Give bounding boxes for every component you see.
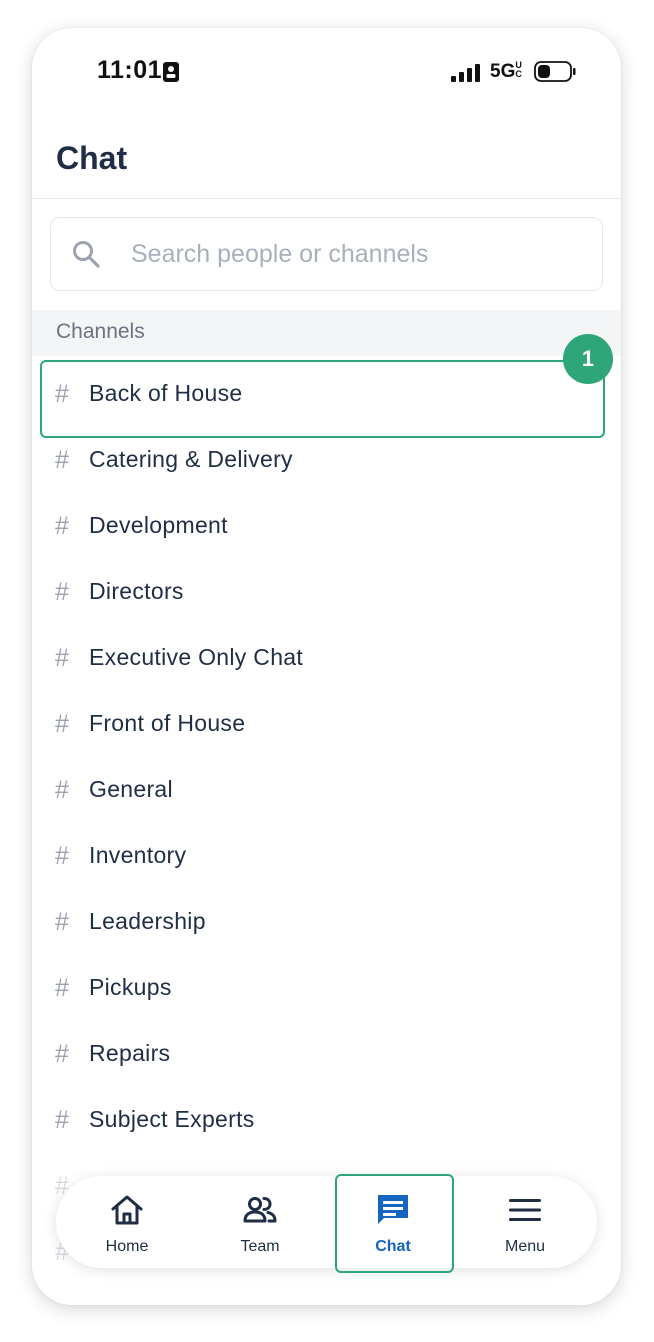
- channel-item-front-of-house[interactable]: # Front of House: [32, 692, 621, 758]
- status-time: 11:01: [97, 56, 163, 84]
- id-badge-icon: [163, 62, 179, 82]
- channel-list: # Back of House # Catering & Delivery # …: [32, 362, 621, 1286]
- channel-item-inventory[interactable]: # Inventory: [32, 824, 621, 890]
- hash-icon: #: [55, 776, 69, 804]
- channel-label: Leadership: [89, 908, 206, 934]
- channel-label: General: [89, 776, 173, 802]
- status-bar: 11:01 5GUC: [32, 28, 621, 118]
- hash-icon: #: [55, 1106, 69, 1134]
- channel-item-directors[interactable]: # Directors: [32, 560, 621, 626]
- channel-item-development[interactable]: # Development: [32, 494, 621, 560]
- channel-label: Executive Only Chat: [89, 644, 304, 670]
- channel-item-repairs[interactable]: # Repairs: [32, 1022, 621, 1088]
- hash-icon: #: [55, 1040, 69, 1068]
- phone-frame: 11:01 5GUC Chat Channels: [32, 28, 621, 1305]
- home-icon: [111, 1195, 143, 1225]
- channel-label: Front of House: [89, 710, 246, 736]
- hash-icon: #: [55, 842, 69, 870]
- hash-icon: #: [55, 446, 69, 474]
- step-highlight-box: [40, 360, 605, 438]
- header: Chat: [32, 118, 621, 199]
- hash-icon: #: [55, 644, 69, 672]
- hash-icon: #: [55, 512, 69, 540]
- channel-item-general[interactable]: # General: [32, 758, 621, 824]
- battery-icon: [534, 61, 576, 82]
- channel-label: Inventory: [89, 842, 187, 868]
- tab-team-label: Team: [240, 1238, 280, 1255]
- tab-menu-label: Menu: [504, 1238, 546, 1255]
- signal-icon: [451, 64, 480, 82]
- bottom-tab-bar: Home Team Chat Menu: [56, 1176, 597, 1268]
- page-title: Chat: [56, 140, 128, 176]
- chat-tab-highlight-box: [335, 1174, 454, 1273]
- search-input[interactable]: [129, 232, 573, 276]
- tab-home[interactable]: Home: [67, 1176, 187, 1268]
- channels-section-header: Channels: [32, 310, 621, 356]
- search-icon: [73, 241, 100, 268]
- menu-icon: [509, 1199, 541, 1221]
- network-sub-label: UC: [515, 60, 522, 79]
- hash-icon: #: [55, 578, 69, 606]
- channels-section-label: Channels: [56, 320, 145, 343]
- channel-label: Subject Experts: [89, 1106, 255, 1132]
- channel-label: Pickups: [89, 974, 172, 1000]
- channel-label: Development: [89, 512, 228, 538]
- channel-item-executive-only-chat[interactable]: # Executive Only Chat: [32, 626, 621, 692]
- network-label: 5GUC: [490, 60, 522, 83]
- channel-item-pickups[interactable]: # Pickups: [32, 956, 621, 1022]
- channel-label: Repairs: [89, 1040, 171, 1066]
- channel-item-leadership[interactable]: # Leadership: [32, 890, 621, 956]
- team-icon: [243, 1197, 277, 1223]
- channel-label: Catering & Delivery: [89, 446, 293, 472]
- tab-menu[interactable]: Menu: [465, 1176, 585, 1268]
- tab-team[interactable]: Team: [200, 1176, 320, 1268]
- hash-icon: #: [55, 710, 69, 738]
- channel-item-subject-experts[interactable]: # Subject Experts: [32, 1088, 621, 1154]
- hash-icon: #: [55, 908, 69, 936]
- search-box[interactable]: [50, 217, 603, 291]
- step-badge: 1: [563, 334, 613, 384]
- hash-icon: #: [55, 974, 69, 1002]
- channel-label: Directors: [89, 578, 184, 604]
- tab-home-label: Home: [105, 1238, 149, 1255]
